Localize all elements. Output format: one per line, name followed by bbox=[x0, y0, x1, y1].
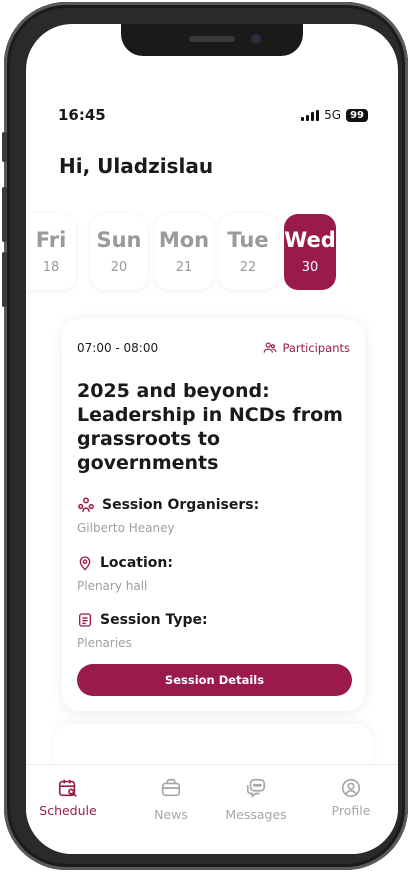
tab-label: Profile bbox=[331, 803, 371, 818]
day-name: Tue bbox=[227, 228, 269, 252]
status-indicators: 5G 99 bbox=[301, 108, 368, 122]
participants-label: Participants bbox=[282, 341, 350, 355]
tab-label: Messages bbox=[225, 807, 287, 822]
participants-link[interactable]: Participants bbox=[263, 341, 350, 355]
profile-icon bbox=[341, 778, 361, 798]
speaker bbox=[189, 36, 235, 42]
day-name: Sun bbox=[96, 228, 142, 252]
session-card[interactable]: 07:00 - 08:00 Participants 2025 and beyo… bbox=[62, 319, 365, 711]
location-pin-icon bbox=[79, 556, 91, 571]
signal-icon bbox=[301, 109, 320, 121]
day-name: Wed bbox=[284, 228, 336, 252]
day-date: 22 bbox=[239, 260, 257, 275]
session-type-label: Session Type: bbox=[100, 612, 208, 628]
location-value: Plenary hall bbox=[77, 579, 148, 593]
location-label: Location: bbox=[100, 555, 173, 571]
tab-messages[interactable]: Messages bbox=[216, 777, 296, 822]
day-date: 30 bbox=[301, 260, 319, 275]
day-date: 20 bbox=[110, 260, 128, 275]
status-time: 16:45 bbox=[58, 106, 106, 124]
participants-icon bbox=[264, 342, 277, 353]
notch bbox=[121, 24, 303, 56]
phone-screen: 16:45 5G 99 Hi, Uladzislau Fri 18 Sun 20… bbox=[26, 24, 398, 854]
phone-side-button bbox=[2, 187, 7, 242]
document-icon bbox=[79, 613, 91, 627]
location-heading: Location: bbox=[77, 555, 173, 571]
session-time: 07:00 - 08:00 bbox=[77, 341, 159, 355]
organisers-label: Session Organisers: bbox=[102, 497, 260, 513]
battery-icon: 99 bbox=[346, 108, 368, 122]
day-date: 21 bbox=[175, 260, 193, 275]
session-details-button[interactable]: Session Details bbox=[77, 664, 352, 696]
day-date: 18 bbox=[42, 260, 60, 275]
greeting: Hi, Uladzislau bbox=[59, 154, 214, 178]
day-wed[interactable]: Wed 30 bbox=[284, 214, 336, 290]
network-label: 5G bbox=[324, 108, 342, 122]
tab-profile[interactable]: Profile bbox=[311, 777, 391, 818]
news-icon bbox=[161, 778, 181, 797]
messages-icon bbox=[246, 778, 266, 798]
status-bar: 16:45 5G 99 bbox=[26, 106, 398, 126]
next-session-card[interactable] bbox=[54, 724, 372, 764]
session-type-heading: Session Type: bbox=[77, 612, 208, 628]
day-sun[interactable]: Sun 20 bbox=[90, 214, 148, 290]
phone-frame: 16:45 5G 99 Hi, Uladzislau Fri 18 Sun 20… bbox=[2, 2, 408, 870]
day-name: Mon bbox=[158, 228, 210, 252]
session-type-value: Plenaries bbox=[77, 636, 132, 650]
day-mon[interactable]: Mon 21 bbox=[155, 214, 213, 290]
day-name: Fri bbox=[35, 228, 67, 252]
tab-news[interactable]: News bbox=[131, 777, 211, 822]
people-icon bbox=[78, 497, 94, 512]
organisers-heading: Session Organisers: bbox=[77, 496, 259, 514]
phone-side-button bbox=[2, 132, 7, 162]
tab-bar: Schedule News Messages Profile bbox=[26, 764, 398, 854]
phone-side-button bbox=[2, 252, 7, 307]
calendar-search-icon bbox=[58, 779, 77, 797]
day-selector: Fri 18 Sun 20 Mon 21 Tue 22 Wed 30 bbox=[26, 214, 398, 290]
session-title: 2025 and beyond: Leadership in NCDs from… bbox=[77, 380, 343, 474]
organisers-value: Gilberto Heaney bbox=[77, 521, 175, 535]
tab-label: Schedule bbox=[39, 803, 97, 818]
day-fri[interactable]: Fri 18 bbox=[26, 214, 76, 290]
camera bbox=[251, 34, 261, 44]
day-tue[interactable]: Tue 22 bbox=[219, 214, 277, 290]
tab-schedule[interactable]: Schedule bbox=[28, 777, 108, 818]
tab-label: News bbox=[154, 807, 188, 822]
